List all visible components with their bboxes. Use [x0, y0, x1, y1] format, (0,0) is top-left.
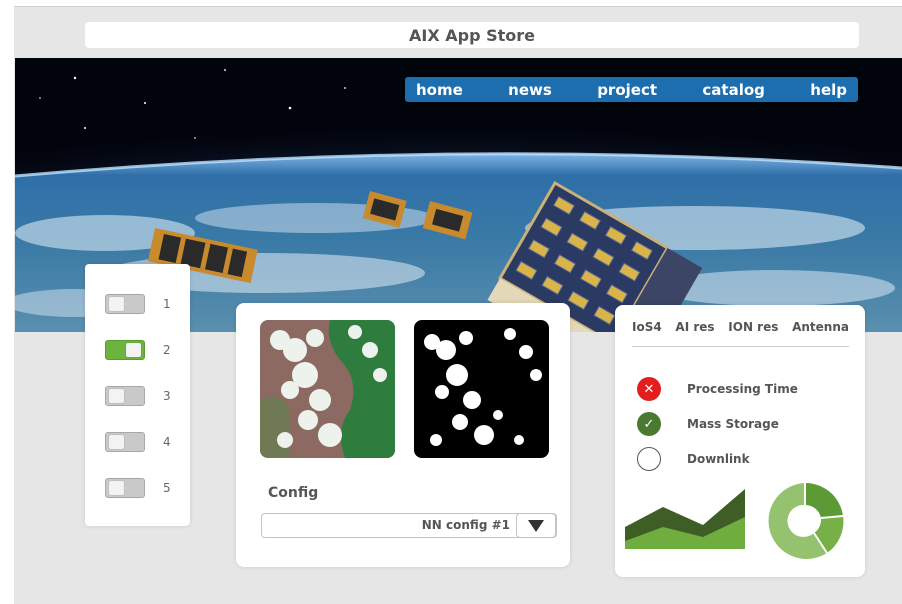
nav-project[interactable]: project: [597, 81, 657, 99]
nn-config-select[interactable]: NN config #1: [261, 513, 557, 538]
toggle-label-1: 1: [163, 297, 171, 311]
toggle-knob: [109, 389, 124, 403]
empty-circle-icon: [637, 447, 661, 471]
toggle-row-3: 3: [105, 384, 171, 408]
status-tabs: IoS4 AI res ION res Antenna: [632, 320, 849, 347]
status-label: Processing Time: [687, 382, 798, 396]
toggle-label-4: 4: [163, 435, 171, 449]
check-icon: ✓: [637, 412, 661, 436]
tab-ai-res[interactable]: AI res: [675, 320, 714, 346]
tab-ion-res[interactable]: ION res: [728, 320, 778, 346]
toggle-switch-5[interactable]: [105, 478, 145, 498]
tab-ios4[interactable]: IoS4: [632, 320, 662, 346]
x-icon: ✕: [637, 377, 661, 401]
tab-antenna[interactable]: Antenna: [792, 320, 849, 346]
toggle-label-2: 2: [163, 343, 171, 357]
nav-help[interactable]: help: [810, 81, 847, 99]
dropdown-arrow-icon[interactable]: [516, 513, 556, 538]
status-label: Downlink: [687, 452, 750, 466]
status-row-downlink: Downlink: [637, 446, 750, 472]
status-label: Mass Storage: [687, 417, 779, 431]
toggle-knob: [126, 343, 141, 357]
toggle-switch-4[interactable]: [105, 432, 145, 452]
config-label: Config: [268, 485, 319, 501]
toggle-label-3: 3: [163, 389, 171, 403]
toggle-row-1: 1: [105, 292, 171, 316]
toggle-switch-2[interactable]: [105, 340, 145, 360]
status-row-mass-storage: ✓ Mass Storage: [637, 411, 779, 437]
status-row-processing-time: ✕ Processing Time: [637, 376, 798, 402]
area-chart: [625, 489, 745, 549]
donut-slice-1: [805, 482, 843, 518]
toggle-row-2: 2: [105, 338, 171, 362]
app-title: AIX App Store: [408, 25, 535, 45]
toggle-knob: [109, 297, 124, 311]
nav-catalog[interactable]: catalog: [702, 81, 765, 99]
toggle-switch-1[interactable]: [105, 294, 145, 314]
toggle-row-4: 4: [105, 430, 171, 454]
toggle-row-5: 5: [105, 476, 171, 500]
select-value: NN config #1: [421, 518, 510, 532]
donut-chart: [768, 482, 844, 559]
cloud-mask-image: [414, 320, 549, 458]
toggle-switch-3[interactable]: [105, 386, 145, 406]
toggle-label-5: 5: [163, 481, 171, 495]
satellite-rgb-image: [260, 320, 395, 458]
config-panel: Config NN config #1: [236, 303, 570, 567]
status-panel: IoS4 AI res ION res Antenna ✕ Processing…: [615, 305, 865, 577]
nav-home[interactable]: home: [416, 81, 463, 99]
nav-news[interactable]: news: [508, 81, 552, 99]
main-nav: home news project catalog help: [405, 77, 858, 102]
app-title-bar: AIX App Store: [85, 22, 859, 48]
toggle-panel: 1 2 3 4 5: [85, 264, 190, 526]
toggle-knob: [109, 481, 124, 495]
toggle-knob: [109, 435, 124, 449]
